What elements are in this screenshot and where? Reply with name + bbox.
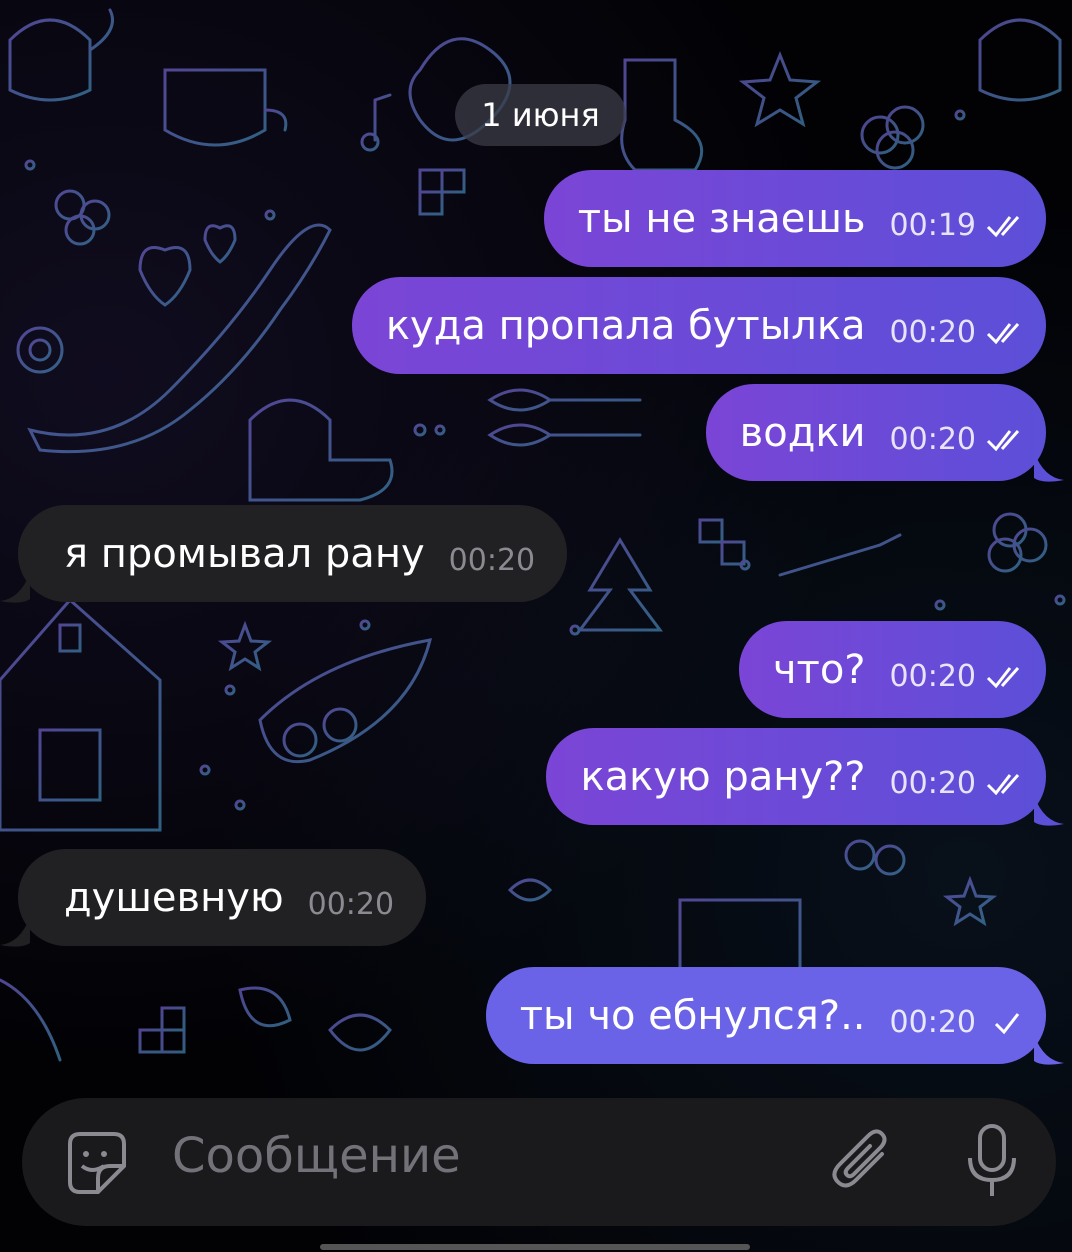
- double-check-icon: [986, 666, 1020, 688]
- date-separator: 1 июня: [455, 84, 626, 146]
- double-check-icon: [986, 215, 1020, 237]
- bubble-tail: [1034, 452, 1064, 482]
- message-time: 00:20: [889, 766, 976, 801]
- outgoing-message[interactable]: ты не знаешь 00:19: [543, 170, 1046, 267]
- message-time: 00:20: [889, 315, 976, 350]
- message-text: куда пропала бутылка: [385, 302, 866, 349]
- home-indicator: [320, 1244, 750, 1250]
- sticker-icon[interactable]: [62, 1130, 132, 1196]
- paperclip-icon[interactable]: [830, 1126, 896, 1200]
- incoming-message[interactable]: душевную 00:20: [18, 849, 427, 946]
- message-time: 00:19: [889, 208, 976, 243]
- outgoing-message[interactable]: какую рану?? 00:20: [546, 728, 1046, 825]
- message-text: я промывал рану: [64, 530, 425, 577]
- message-time: 00:20: [889, 422, 976, 457]
- outgoing-message[interactable]: что? 00:20: [738, 621, 1046, 718]
- single-check-icon: [994, 1012, 1020, 1034]
- message-input[interactable]: Сообщение: [172, 1128, 461, 1184]
- bubble-tail: [0, 573, 30, 603]
- bubble-tail: [1034, 1035, 1064, 1065]
- message-time: 00:20: [889, 659, 976, 694]
- double-check-icon: [986, 773, 1020, 795]
- outgoing-message[interactable]: ты чо ебнулся?.. 00:20: [485, 967, 1046, 1064]
- message-text: какую рану??: [580, 753, 866, 800]
- message-time: 00:20: [307, 887, 395, 922]
- chat-area[interactable]: 1 июня ты не знаешь 00:19 куда пропала б…: [0, 0, 1072, 1252]
- bubble-tail: [1034, 796, 1064, 826]
- date-label: 1 июня: [481, 96, 600, 134]
- message-text: водки: [739, 409, 866, 456]
- outgoing-message[interactable]: куда пропала бутылка 00:20: [351, 277, 1046, 374]
- microphone-icon[interactable]: [962, 1122, 1022, 1202]
- double-check-icon: [986, 322, 1020, 344]
- message-text: ты чо ебнулся?..: [519, 992, 866, 1039]
- bubble-tail: [0, 917, 30, 947]
- outgoing-message[interactable]: водки 00:20: [705, 384, 1046, 481]
- message-composer[interactable]: Сообщение: [22, 1098, 1056, 1226]
- double-check-icon: [986, 429, 1020, 451]
- message-text: ты не знаешь: [577, 195, 866, 242]
- message-time: 00:20: [889, 1005, 976, 1040]
- message-text: душевную: [64, 874, 284, 921]
- message-text: что?: [772, 646, 866, 693]
- incoming-message[interactable]: я промывал рану 00:20: [18, 505, 568, 602]
- message-time: 00:20: [448, 543, 536, 578]
